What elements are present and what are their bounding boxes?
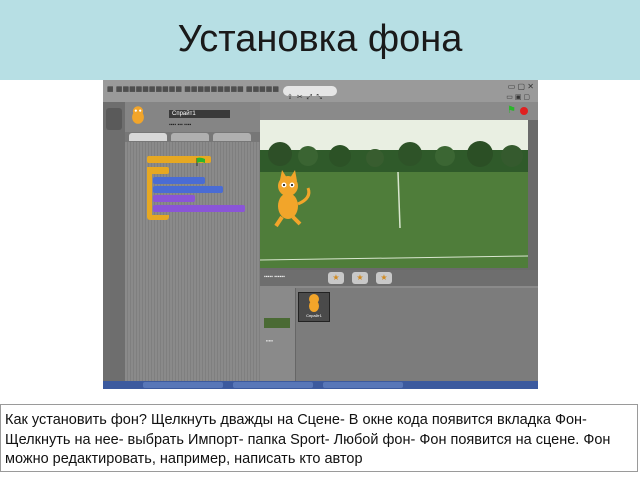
caption-box: Как установить фон? Щелкнуть дважды на С… [0,404,638,472]
sprite-panel: ▪▪▪▪▪ ▪▪▪▪▪▪ ★ ★ ★ ▪▪▪▪▪ Спрайт1 [260,270,538,388]
green-flag-icon [195,154,207,166]
scratch-menubar: ▦ ▦▦▦▦▦▦▦▦▦▦ ▦▦▦▦▦▦▦▦▦ ▦▦▦▦▦ ⇧ ✂ ⤢ ⤡ ▭ ▢ ✕ … [103,80,538,102]
stage-thumbnail-column[interactable]: ▪▪▪▪▪ [260,288,296,388]
script-block-costume[interactable] [153,195,195,202]
edit-tools[interactable]: ⇧ ✂ ⤢ ⤡ [283,86,337,101]
cat-sprite-icon [132,106,144,124]
caption-text: Как установить фон? Щелкнуть дважды на С… [5,412,611,467]
slide-header: Установка фона [0,0,640,80]
stop-icon[interactable] [520,107,528,115]
script-block-bounce[interactable] [153,186,223,193]
tab-costumes[interactable] [171,133,209,141]
slide-title: Установка фона [177,18,463,60]
code-tabs [125,132,260,142]
sprite-panel-header: ▪▪▪▪▪ ▪▪▪▪▪▪ ★ ★ ★ [260,270,538,286]
new-sprite-label: ▪▪▪▪▪ ▪▪▪▪▪▪ [264,274,285,280]
taskbar-item[interactable] [143,382,223,388]
window-controls[interactable]: ▭ ▢ ✕ [508,82,534,91]
sprite-thumbnail-label: Спрайт1 [306,313,322,318]
forever-loop-end [147,215,169,220]
sprite-name-field[interactable]: Спрайт1 [169,110,230,118]
windows-taskbar [103,381,538,389]
sprite-info: Спрайт1 ▪▪▪▪ ▪▪▪ ▪▪▪▪ [125,102,260,132]
stage-toolbar: ⚑ [260,102,538,120]
stage-label: ▪▪▪▪▪ [266,338,274,343]
left-strip [103,102,125,388]
menubar-blurred-text: ▦ ▦▦▦▦▦▦▦▦▦▦ ▦▦▦▦▦▦▦▦▦ ▦▦▦▦▦ [107,85,280,93]
scratch-screenshot: ▦ ▦▦▦▦▦▦▦▦▦▦ ▦▦▦▦▦▦▦▦▦ ▦▦▦▦▦ ⇧ ✂ ⤢ ⤡ ▭ ▢ ✕ … [103,80,538,388]
script-block-wait[interactable] [153,205,245,212]
green-flag-icon[interactable]: ⚑ [507,106,516,116]
view-mode-buttons[interactable]: ▭ ▣ ▢ [506,93,530,101]
cat-thumbnail-icon [309,294,319,312]
tab-sounds[interactable] [213,133,251,141]
paint-sprite-button[interactable]: ★ [328,272,344,284]
sprite-thumbnail[interactable]: Спрайт1 [298,292,330,322]
script-block-move[interactable] [153,177,205,184]
stage[interactable] [260,120,528,268]
stage-background-thumbnail[interactable] [264,318,290,328]
tab-scripts[interactable] [129,133,167,141]
scripts-area[interactable] [125,142,260,388]
taskbar-item[interactable] [233,382,313,388]
sprite-coords: ▪▪▪▪ ▪▪▪ ▪▪▪▪ [169,122,192,128]
choose-sprite-button[interactable]: ★ [352,272,368,284]
sprite-list [296,288,538,388]
random-sprite-button[interactable]: ★ [376,272,392,284]
taskbar-item[interactable] [323,382,403,388]
forever-loop-bar [147,167,152,217]
